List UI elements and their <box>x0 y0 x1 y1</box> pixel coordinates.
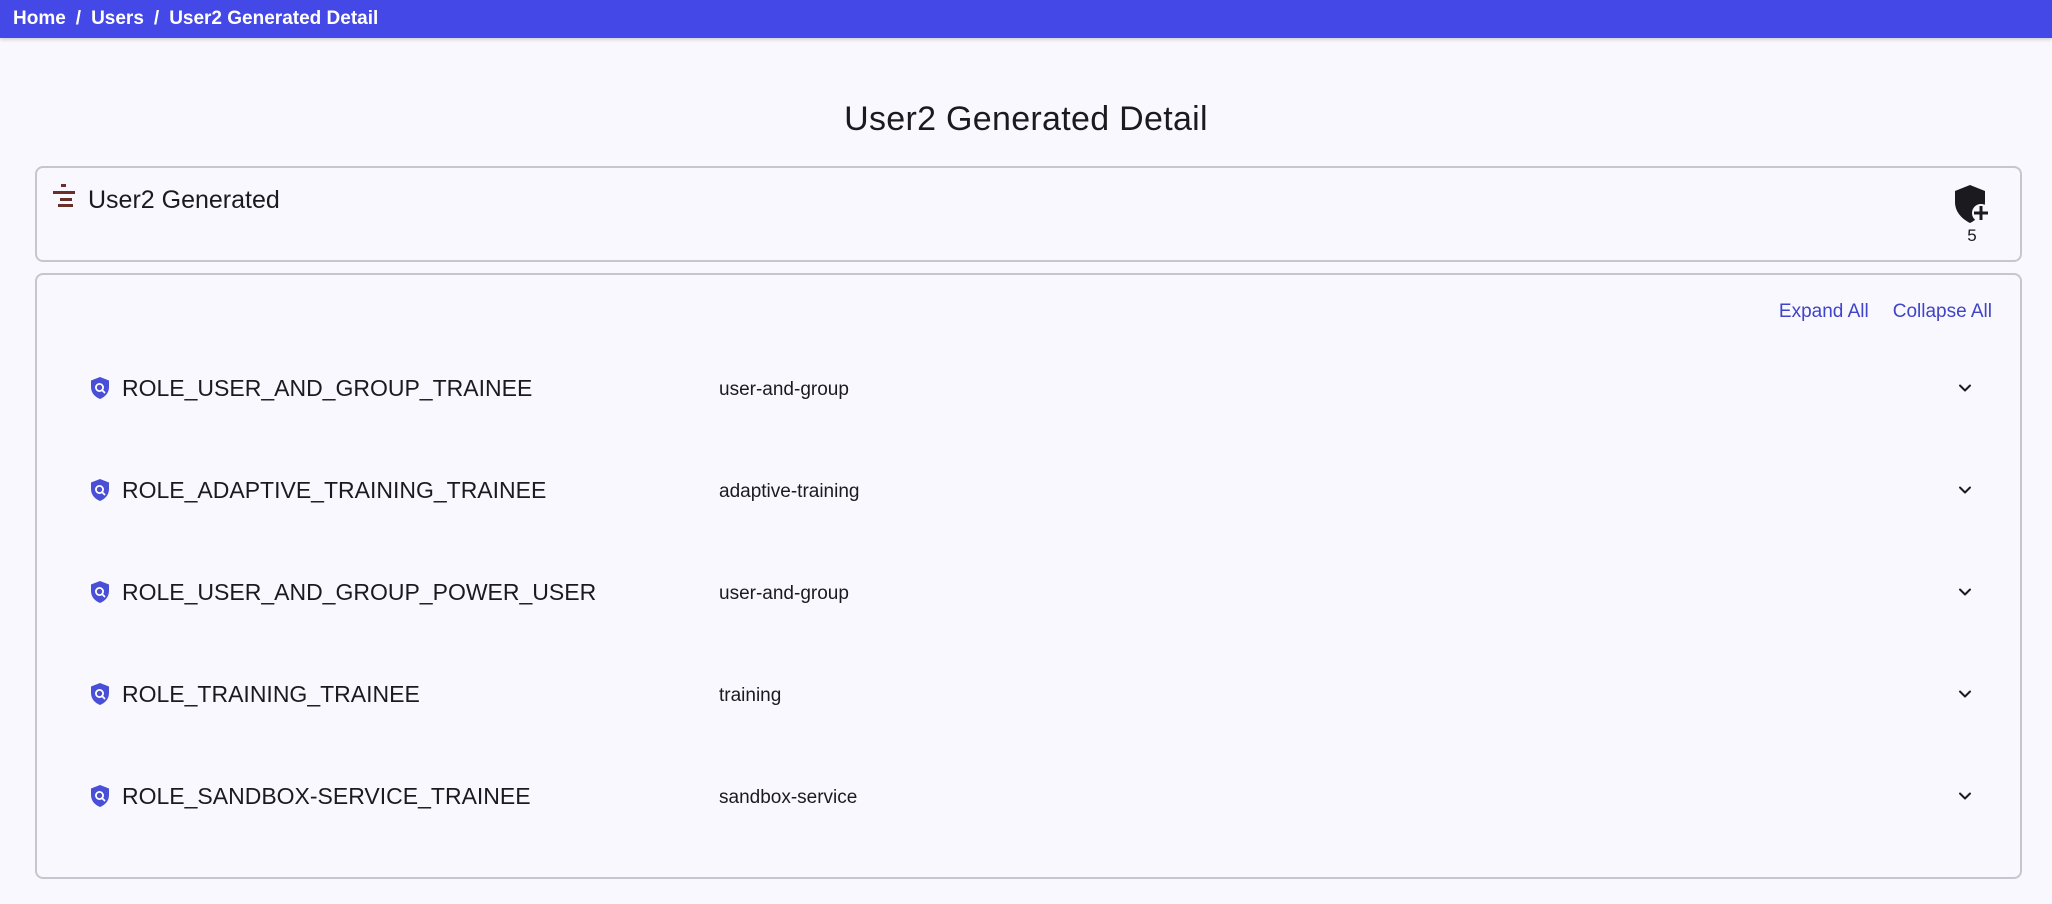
breadcrumb: Home / Users / User2 Generated Detail <box>0 0 2052 38</box>
role-service: user-and-group <box>719 379 849 400</box>
chevron-down-icon[interactable] <box>1958 483 1972 497</box>
role-name: ROLE_SANDBOX-SERVICE_TRAINEE <box>122 783 531 809</box>
role-row[interactable]: ROLE_SANDBOX-SERVICE_TRAINEE sandbox-ser… <box>37 745 2020 847</box>
expand-all-button[interactable]: Expand All <box>1779 301 1869 323</box>
role-service: training <box>719 685 782 706</box>
shield-search-icon <box>91 785 109 807</box>
role-row[interactable]: ROLE_USER_AND_GROUP_POWER_USER user-and-… <box>37 541 2020 643</box>
shield-search-icon <box>91 683 109 705</box>
add-role-button[interactable]: 5 <box>1952 184 1992 246</box>
chevron-down-icon[interactable] <box>1958 585 1972 599</box>
role-name: ROLE_USER_AND_GROUP_POWER_USER <box>122 579 597 605</box>
role-count: 5 <box>1967 226 1977 245</box>
shield-plus-icon <box>1955 185 1990 223</box>
role-name: ROLE_ADAPTIVE_TRAINING_TRAINEE <box>122 477 547 503</box>
role-list: ROLE_USER_AND_GROUP_TRAINEE user-and-gro… <box>37 337 2020 847</box>
breadcrumb-home[interactable]: Home <box>13 8 66 30</box>
role-service: user-and-group <box>719 583 849 604</box>
breadcrumb-separator: / <box>75 8 82 29</box>
role-row[interactable]: ROLE_USER_AND_GROUP_TRAINEE user-and-gro… <box>37 337 2020 439</box>
role-row[interactable]: ROLE_ADAPTIVE_TRAINING_TRAINEE adaptive-… <box>37 439 2020 541</box>
shield-search-icon <box>91 479 109 501</box>
user-name: User2 Generated <box>88 186 280 214</box>
user-summary-card: User2 Generated 5 <box>35 166 2022 262</box>
breadcrumb-users[interactable]: Users <box>91 8 144 30</box>
role-name: ROLE_USER_AND_GROUP_TRAINEE <box>122 375 533 401</box>
shield-search-icon <box>91 377 109 399</box>
user-logo-icon <box>53 184 75 207</box>
expand-controls: Expand All Collapse All <box>1779 301 1992 323</box>
chevron-down-icon[interactable] <box>1958 687 1972 701</box>
role-service: adaptive-training <box>719 481 860 502</box>
breadcrumb-current: User2 Generated Detail <box>169 8 379 29</box>
shield-search-icon <box>91 581 109 603</box>
collapse-all-button[interactable]: Collapse All <box>1893 301 1992 323</box>
breadcrumb-separator: / <box>153 8 160 29</box>
chevron-down-icon[interactable] <box>1958 789 1972 803</box>
chevron-down-icon[interactable] <box>1958 381 1972 395</box>
page-title: User2 Generated Detail <box>844 100 1208 138</box>
roles-panel: Expand All Collapse All ROLE_USER_AND_GR… <box>35 273 2022 879</box>
role-service: sandbox-service <box>719 787 858 808</box>
role-row[interactable]: ROLE_TRAINING_TRAINEE training <box>37 643 2020 745</box>
role-name: ROLE_TRAINING_TRAINEE <box>122 681 420 707</box>
